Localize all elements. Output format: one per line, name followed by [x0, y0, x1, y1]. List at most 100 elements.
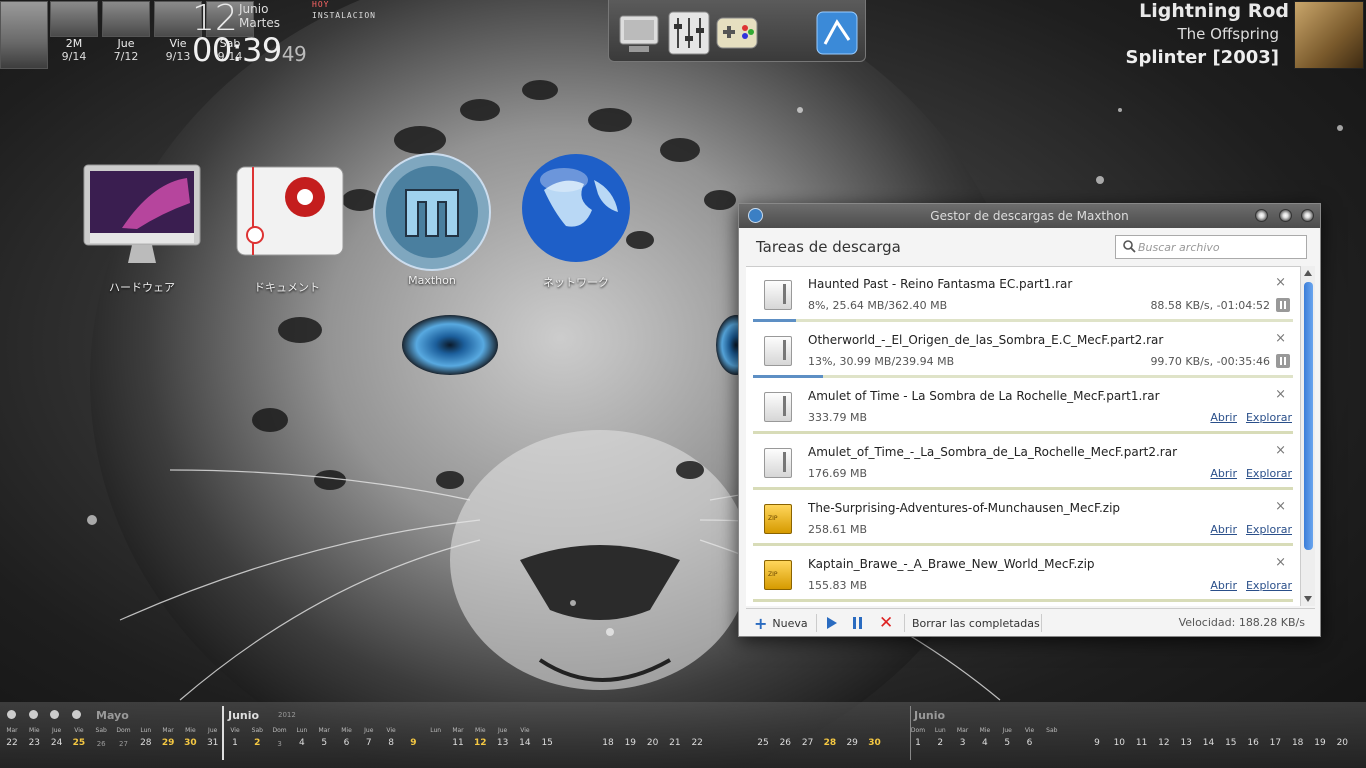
download-item[interactable]: The-Surprising-Adventures-of-Munchausen_… — [746, 491, 1300, 547]
calendar-day[interactable]: 1 — [224, 738, 246, 748]
calendar-day[interactable]: 2 — [929, 738, 951, 748]
new-download-button[interactable]: + Nueva — [754, 609, 808, 637]
calendar-day[interactable]: 24 — [46, 738, 68, 748]
vertical-scrollbar[interactable] — [1300, 266, 1315, 606]
calendar-day[interactable]: 22 — [686, 738, 708, 748]
album-cover[interactable] — [1294, 1, 1364, 69]
calendar-day[interactable]: 13 — [492, 738, 514, 748]
calendar-day[interactable]: 30 — [179, 738, 201, 748]
calendar-day[interactable]: 11 — [447, 738, 469, 748]
explore-folder-link[interactable]: Explorar — [1246, 579, 1292, 592]
calendar-day[interactable]: 5 — [996, 738, 1018, 748]
calendar-day[interactable]: 8 — [380, 738, 402, 748]
download-item[interactable]: Kaptain_Brawe_-_A_Brawe_New_World_MecF.z… — [746, 547, 1300, 603]
explore-folder-link[interactable]: Explorar — [1246, 523, 1292, 536]
calendar-day[interactable]: 26 — [774, 738, 796, 748]
desktop-icon-hardware[interactable]: ハードウェア — [72, 163, 212, 295]
remove-download-button[interactable]: × — [1275, 387, 1286, 402]
calendar-day[interactable]: 26 — [90, 740, 112, 748]
calendar-day[interactable]: 31 — [202, 738, 224, 748]
scroll-down-icon[interactable] — [1304, 596, 1312, 602]
calendar-day[interactable]: 22 — [1, 738, 23, 748]
desktop-icon-maxthon[interactable]: Maxthon — [362, 150, 502, 287]
calendar-day[interactable]: 18 — [597, 738, 619, 748]
calendar-day[interactable]: 12 — [1153, 738, 1175, 748]
calendar-day[interactable]: 30 — [864, 738, 886, 748]
calendar-day[interactable]: 14 — [514, 738, 536, 748]
download-item[interactable]: Haunted Past - Reino Fantasma EC.part1.r… — [746, 267, 1300, 323]
calendar-day[interactable]: 16 — [1242, 738, 1264, 748]
calendar-day[interactable]: 18 — [1287, 738, 1309, 748]
clear-completed-button[interactable]: Borrar las completadas — [912, 609, 1040, 637]
search-box[interactable] — [1115, 235, 1307, 259]
calendar-day[interactable]: 9 — [402, 738, 424, 748]
calendar-day[interactable]: 21 — [664, 738, 686, 748]
calendar-day[interactable]: 3 — [269, 740, 291, 748]
calendar-day[interactable]: 29 — [841, 738, 863, 748]
maxthon-cloud-icon[interactable] — [815, 10, 859, 56]
search-input[interactable] — [1138, 238, 1302, 256]
calendar-day[interactable]: 4 — [974, 738, 996, 748]
monitor-icon[interactable] — [617, 10, 661, 56]
open-file-link[interactable]: Abrir — [1210, 579, 1237, 592]
refresh-icon[interactable] — [72, 710, 81, 719]
scroll-up-icon[interactable] — [1304, 270, 1312, 276]
info-icon[interactable] — [29, 710, 38, 719]
pause-icon[interactable] — [1276, 354, 1290, 368]
calendar-day[interactable]: 29 — [157, 738, 179, 748]
calendar-day[interactable]: 11 — [1131, 738, 1153, 748]
remove-download-button[interactable]: × — [1275, 555, 1286, 570]
calendar-day[interactable]: 27 — [113, 740, 135, 748]
calendar-day[interactable]: 7 — [358, 738, 380, 748]
calendar-day[interactable]: 14 — [1198, 738, 1220, 748]
desktop-icon-documents[interactable]: ドキュメント — [217, 163, 357, 295]
explore-folder-link[interactable]: Explorar — [1246, 467, 1292, 480]
calendar-day[interactable]: 25 — [752, 738, 774, 748]
calendar-day[interactable]: 3 — [952, 738, 974, 748]
calendar-day[interactable]: 12 — [469, 738, 491, 748]
pause-all-button[interactable] — [853, 609, 862, 637]
maximize-icon[interactable] — [1279, 209, 1292, 222]
calendar-day[interactable]: 15 — [536, 738, 558, 748]
calendar-day[interactable]: 19 — [1309, 738, 1331, 748]
calendar-day[interactable]: 23 — [23, 738, 45, 748]
calendar-day[interactable]: 20 — [1331, 738, 1353, 748]
calendar-day[interactable]: 25 — [68, 738, 90, 748]
calendar-day[interactable]: 5 — [313, 738, 335, 748]
calendar-day[interactable]: 19 — [619, 738, 641, 748]
pause-icon[interactable] — [1276, 298, 1290, 312]
remove-download-button[interactable]: × — [1275, 331, 1286, 346]
scrollbar-thumb[interactable] — [1304, 282, 1313, 550]
calendar-day[interactable]: 13 — [1175, 738, 1197, 748]
calendar-day[interactable]: 6 — [336, 738, 358, 748]
mixer-icon[interactable] — [667, 10, 711, 56]
calendar-day[interactable]: 9 — [1086, 738, 1108, 748]
title-bar[interactable]: Gestor de descargas de Maxthon — [739, 204, 1320, 228]
calendar-day[interactable]: 4 — [291, 738, 313, 748]
desktop-icon-network[interactable]: ネットワーク — [506, 150, 646, 290]
close-icon[interactable] — [1301, 209, 1314, 222]
open-file-link[interactable]: Abrir — [1210, 523, 1237, 536]
calendar-day[interactable]: 17 — [1264, 738, 1286, 748]
remove-download-button[interactable]: × — [1275, 499, 1286, 514]
delete-icon[interactable]: ✕ — [879, 609, 893, 637]
resume-all-button[interactable] — [827, 609, 837, 637]
open-file-link[interactable]: Abrir — [1210, 467, 1237, 480]
calendar-day[interactable]: 20 — [642, 738, 664, 748]
download-item[interactable]: Amulet_of_Time_-_La_Sombra_de_La_Rochell… — [746, 435, 1300, 491]
calendar-day[interactable]: 10 — [1108, 738, 1130, 748]
calendar-day[interactable]: 6 — [1019, 738, 1041, 748]
refresh-icon[interactable] — [50, 710, 59, 719]
remove-download-button[interactable]: × — [1275, 275, 1286, 290]
remove-download-button[interactable]: × — [1275, 443, 1286, 458]
open-file-link[interactable]: Abrir — [1210, 411, 1237, 424]
download-item[interactable]: Amulet of Time - La Sombra de La Rochell… — [746, 379, 1300, 435]
calendar-day[interactable]: 28 — [819, 738, 841, 748]
calendar-day[interactable]: 1 — [907, 738, 929, 748]
calendar-day[interactable]: 15 — [1220, 738, 1242, 748]
info-icon[interactable] — [7, 710, 16, 719]
explore-folder-link[interactable]: Explorar — [1246, 411, 1292, 424]
calendar-day[interactable]: 27 — [797, 738, 819, 748]
gamepad-icon[interactable] — [715, 10, 759, 56]
minimize-icon[interactable] — [1255, 209, 1268, 222]
